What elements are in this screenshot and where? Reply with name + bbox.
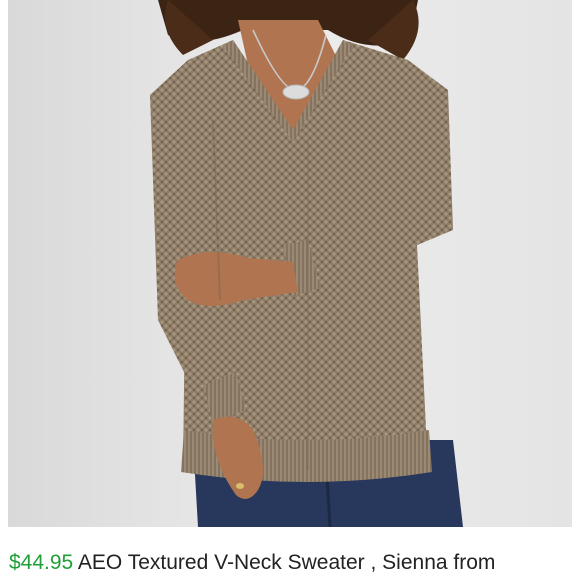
listing-title: AEO Textured V-Neck Sweater , Sienna fro… bbox=[77, 551, 496, 574]
sweater-model-illustration bbox=[8, 0, 572, 527]
product-photo[interactable] bbox=[8, 0, 572, 527]
listing-caption[interactable]: $44.95 AEO Textured V-Neck Sweater , Sie… bbox=[9, 548, 575, 578]
price-label: $44.95 bbox=[9, 551, 74, 574]
listing-card[interactable]: $44.95 AEO Textured V-Neck Sweater , Sie… bbox=[0, 0, 580, 580]
